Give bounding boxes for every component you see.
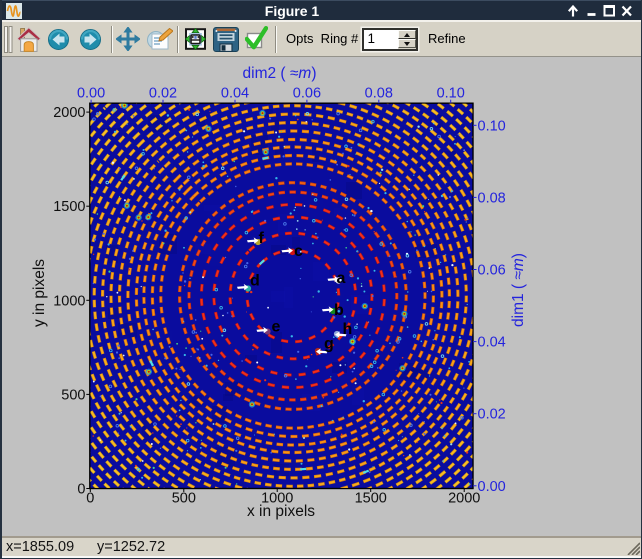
svg-text:y in pixels: y in pixels [31,259,48,327]
svg-text:0.06: 0.06 [478,263,506,279]
svg-text:x in pixels: x in pixels [247,503,315,520]
svg-text:0.00: 0.00 [77,86,105,102]
svg-text:0.04: 0.04 [221,86,249,102]
svg-text:0.06: 0.06 [293,86,321,102]
svg-text:h: h [343,321,353,338]
svg-text:500: 500 [172,491,196,507]
svg-text:1500: 1500 [355,491,387,507]
svg-text:a: a [337,270,346,287]
svg-text:0.04: 0.04 [478,335,506,351]
svg-text:0: 0 [77,482,85,498]
svg-text:c: c [294,243,303,260]
svg-text:0.10: 0.10 [478,118,506,134]
svg-text:1000: 1000 [53,293,85,309]
svg-text:2000: 2000 [53,105,85,121]
svg-text:0.08: 0.08 [365,86,393,102]
svg-text:500: 500 [61,387,85,403]
svg-text:d: d [250,272,260,289]
svg-text:1500: 1500 [53,199,85,215]
svg-text:b: b [334,302,344,319]
svg-text:0.02: 0.02 [149,86,177,102]
svg-text:0.02: 0.02 [478,407,506,423]
svg-text:0.00: 0.00 [478,479,506,495]
svg-text:dim1 ( ≈m): dim1 ( ≈m) [510,253,527,327]
svg-text:0.10: 0.10 [437,86,465,102]
svg-text:g: g [324,336,334,353]
svg-text:2000: 2000 [448,491,480,507]
svg-text:0.08: 0.08 [478,190,506,206]
svg-text:0: 0 [86,491,94,507]
svg-text:dim2 ( ≈m): dim2 ( ≈m) [243,65,317,82]
svg-text:e: e [272,319,281,336]
svg-text:f: f [259,230,265,247]
